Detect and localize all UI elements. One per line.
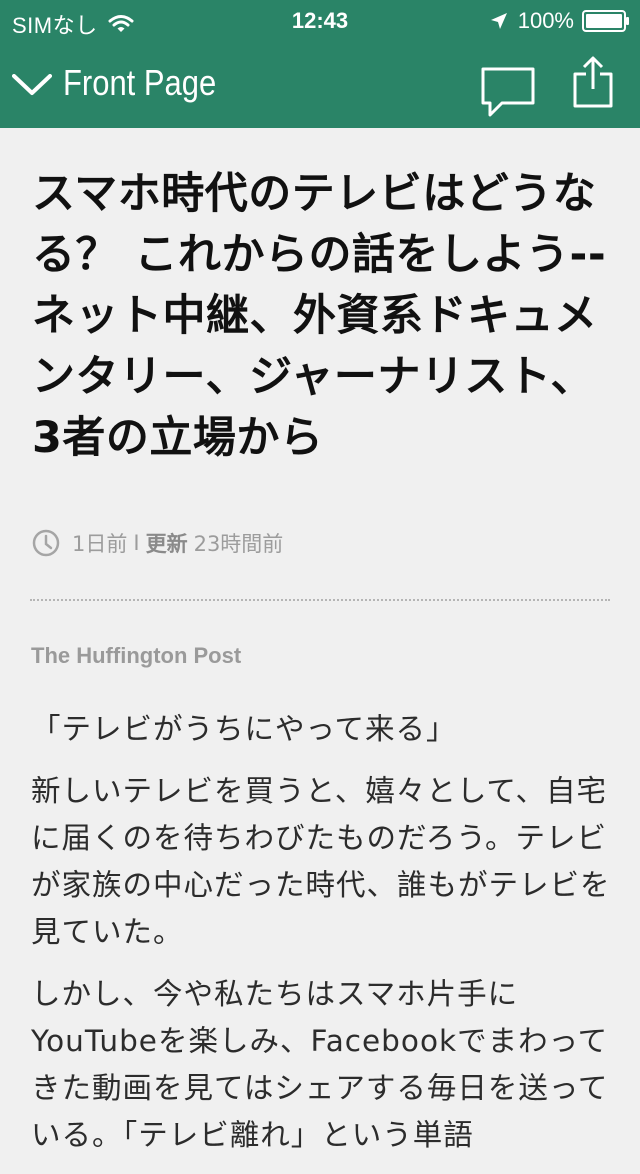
status-right: 100% [490,8,630,34]
article-headline: スマホ時代のテレビはどうなる？ これからの話をしよう--ネット中継、外資系ドキュ… [32,169,607,463]
location-arrow-icon [490,13,507,29]
body-paragraph: 「テレビがうちにやって来る」 [31,712,457,746]
chevron-down-icon[interactable] [12,74,52,96]
navigation-bar: Front Page [0,40,640,128]
app-header: SIMなし 12:43 100% Front Page [0,0,640,128]
battery-icon [582,10,629,32]
share-icon[interactable] [572,56,614,108]
nav-title[interactable]: Front Page [63,62,216,104]
dotted-divider [30,599,610,601]
status-bar: SIMなし 12:43 100% [0,0,640,40]
clock-icon [32,529,60,557]
comment-icon[interactable] [480,66,536,118]
updated-time: 23時間前 [193,532,284,556]
updated-label: 更新 [145,532,188,556]
article-source[interactable]: The Huffington Post [31,643,241,669]
battery-percent: 100% [517,8,574,33]
article-meta: 1日前 I 更新 23時間前 [32,525,283,561]
article-body: 「テレビがうちにやって来る」 新しいテレビを買うと、嬉々として、自宅に届くのを待… [31,706,611,1174]
meta-separator: I [133,531,140,555]
body-paragraph: しかし、今や私たちはスマホ片手にYouTubeを楽しみ、Facebookでまわっ… [31,977,609,1152]
published-time: 1日前 [72,532,128,556]
body-paragraph: 新しいテレビを買うと、嬉々として、自宅に届くのを待ちわびたものだろう。テレビが家… [31,774,611,949]
